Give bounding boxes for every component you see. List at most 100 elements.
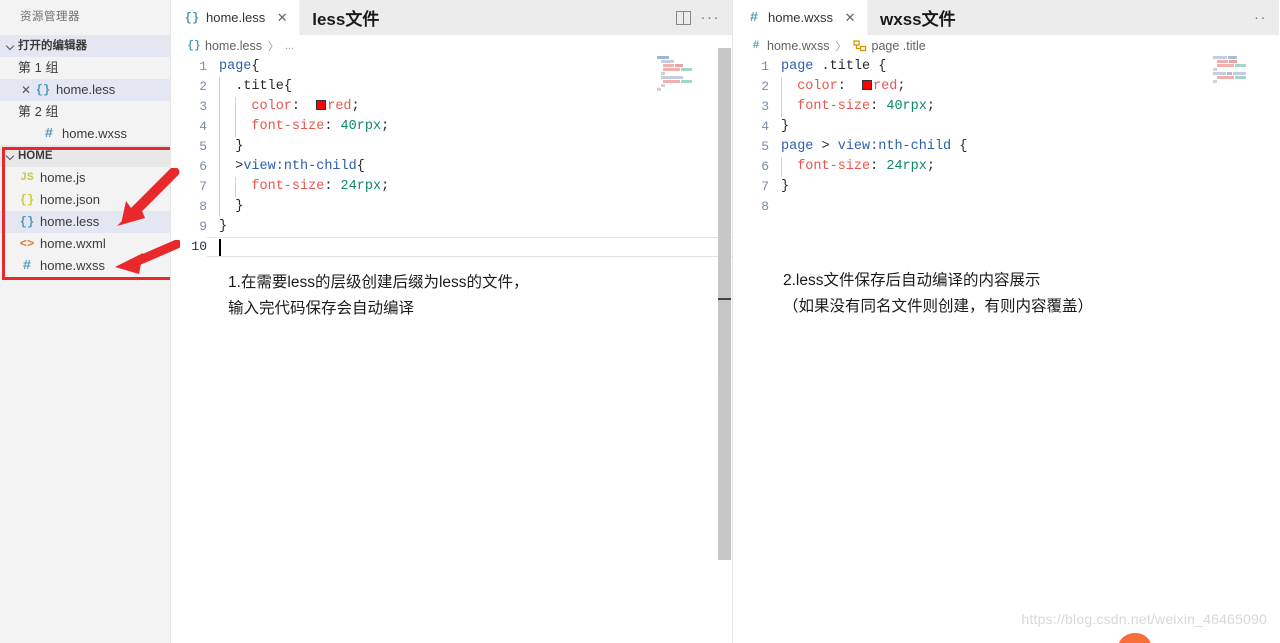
code-line-content: } (219, 219, 228, 234)
file-item-home-less[interactable]: {} home.less (0, 211, 170, 233)
scrollbar-cursor-mark (718, 298, 731, 300)
more-actions-icon[interactable]: ··· (701, 10, 721, 25)
editor-vertical-scrollbar-left[interactable] (718, 48, 731, 560)
editor-group-1-label[interactable]: 第 1 组 (0, 57, 170, 79)
code-line-content: color: red; (207, 97, 360, 117)
file-item-home-wxss[interactable]: # home.wxss (0, 255, 170, 277)
code-line-content: color: red; (769, 77, 905, 97)
line-number: 7 (199, 179, 207, 194)
code-line[interactable]: 8 } (171, 197, 732, 217)
tab-annotation-wxss: wxss文件 (868, 0, 968, 35)
close-icon[interactable]: ✕ (18, 79, 34, 101)
less-braces-icon: {} (184, 10, 200, 25)
code-line[interactable]: 3 font-size: 40rpx; (733, 97, 1279, 117)
breadcrumb-file[interactable]: home.wxss (767, 39, 830, 53)
line-number: 4 (199, 119, 207, 134)
editor-actions-left: ··· (675, 0, 733, 35)
editor-pane-less: {} home.less ✕ less文件 ··· {} home.less 〉… (170, 0, 732, 643)
tab-label: home.wxss (768, 10, 834, 25)
file-label: home.less (40, 214, 100, 229)
code-line[interactable]: 2 .title{ (171, 77, 732, 97)
code-line[interactable]: 7} (733, 177, 1279, 197)
code-line-content: } (781, 179, 790, 194)
file-label: home.wxml (40, 236, 106, 251)
code-line[interactable]: 5 page > view:nth-child { (733, 137, 1279, 157)
code-line[interactable]: 2 color: red; (733, 77, 1279, 97)
open-editors-label: 打开的编辑器 (18, 40, 87, 52)
code-line[interactable]: 6 font-size: 24rpx; (733, 157, 1279, 177)
breadcrumb-right: # home.wxss 〉 page .title (733, 35, 1279, 57)
editor-group-2-label[interactable]: 第 2 组 (0, 101, 170, 123)
text-caret (219, 239, 221, 256)
code-line[interactable]: 1 page .title { (733, 57, 1279, 77)
line-number: 1 (199, 59, 207, 74)
open-editor-item-home-less[interactable]: ✕ {} home.less (0, 79, 170, 101)
code-line[interactable]: 5 } (171, 137, 732, 157)
group-label: 第 1 组 (18, 60, 59, 75)
file-item-home-wxml[interactable]: <> home.wxml (0, 233, 170, 255)
open-editors-section-header[interactable]: 打开的编辑器 (0, 35, 170, 57)
annotation-note-wxss: 2.less文件保存后自动编译的内容展示 （如果没有同名文件则创建，有则内容覆盖… (783, 272, 1094, 315)
split-editor-icon[interactable] (675, 10, 691, 25)
wxss-hash-icon: # (22, 258, 32, 274)
code-line[interactable]: 4} (733, 117, 1279, 137)
js-icon: JS (20, 172, 34, 184)
wxss-hash-icon: # (749, 9, 759, 26)
group-label: 第 2 组 (18, 104, 59, 119)
code-line-content: page .title { (781, 59, 887, 74)
code-line-content: .title{ (207, 77, 292, 97)
less-braces-icon: {} (187, 40, 201, 52)
less-braces-icon: {} (19, 215, 35, 229)
code-line-content: } (207, 197, 243, 217)
open-editor-label: home.less (56, 82, 116, 97)
line-number: 7 (761, 179, 769, 194)
close-icon[interactable]: ✕ (275, 10, 289, 26)
editor-tabbar-left: {} home.less ✕ less文件 ··· (171, 0, 732, 35)
tab-home-less[interactable]: {} home.less ✕ (171, 0, 301, 35)
line-number: 8 (761, 199, 769, 214)
color-swatch-red (316, 100, 327, 110)
css-rule-icon (852, 40, 867, 52)
file-item-home-js[interactable]: JS home.js (0, 167, 170, 189)
code-line-content: } (781, 119, 790, 134)
line-number: 3 (199, 99, 207, 114)
file-label: home.json (40, 192, 100, 207)
code-line[interactable]: 1 page{ (171, 57, 732, 77)
csdn-logo (1117, 633, 1151, 643)
code-line[interactable]: 3 color: red; (171, 97, 732, 117)
code-line-content: font-size: 40rpx; (207, 117, 389, 137)
tab-label: home.less (206, 10, 266, 25)
line-number: 3 (761, 99, 769, 114)
editor-pane-wxss: # home.wxss ✕ wxss文件 ·· # home.wxss 〉 pa… (732, 0, 1279, 643)
close-icon[interactable]: ✕ (843, 10, 857, 26)
line-number: 5 (199, 139, 207, 154)
line-number: 1 (761, 59, 769, 74)
tab-home-wxss[interactable]: # home.wxss ✕ (733, 0, 869, 35)
code-line[interactable]: 7 font-size: 24rpx; (171, 177, 732, 197)
code-line-content: font-size: 24rpx; (207, 177, 389, 197)
code-editor-less[interactable]: 1 page{2 .title{3 color: red; 4 font-size:… (171, 57, 732, 617)
open-editor-item-home-wxss[interactable]: # home.wxss (0, 123, 170, 145)
color-swatch-red (862, 80, 873, 90)
open-editor-label: home.wxss (62, 126, 128, 141)
explorer-sidebar: 资源管理器 打开的编辑器 第 1 组 ✕ {} home.less 第 2 组 … (0, 0, 176, 643)
more-actions-icon[interactable]: ·· (1254, 10, 1267, 25)
code-line-content: >view:nth-child{ (207, 157, 365, 177)
code-line-content: } (207, 137, 243, 157)
editor-tabbar-right: # home.wxss ✕ wxss文件 ·· (733, 0, 1279, 35)
code-line-content: font-size: 24rpx; (769, 157, 935, 177)
code-line[interactable]: 4 font-size: 40rpx; (171, 117, 732, 137)
breadcrumb-separator-icon: 〉 (267, 41, 279, 53)
file-item-home-json[interactable]: {} home.json (0, 189, 170, 211)
breadcrumb-symbol[interactable]: page .title (872, 39, 926, 53)
code-line-content: page > view:nth-child { (781, 139, 968, 154)
line-number: 5 (761, 139, 769, 154)
code-line[interactable]: 6 >view:nth-child{ (171, 157, 732, 177)
code-line[interactable]: 8 (733, 197, 1279, 217)
breadcrumb-tail[interactable]: ... (285, 40, 294, 52)
code-editor-wxss[interactable]: 1 page .title {2 color: red; 3 font-size: … (733, 57, 1279, 617)
folder-label: HOME (18, 150, 53, 162)
breadcrumb-file[interactable]: home.less (205, 39, 262, 53)
folder-section-header-home[interactable]: HOME (0, 145, 170, 167)
code-line[interactable]: 9} (171, 217, 732, 237)
